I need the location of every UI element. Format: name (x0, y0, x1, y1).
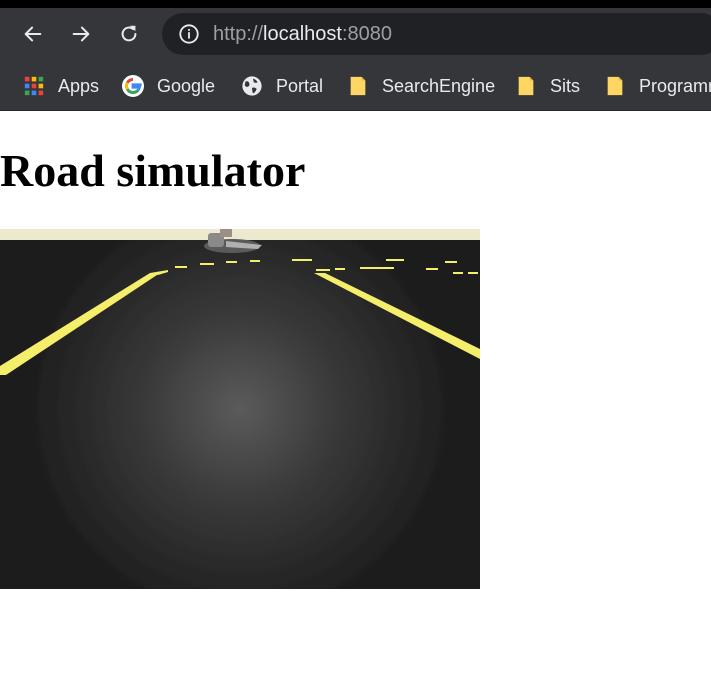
bookmark-portal[interactable]: Portal (240, 70, 323, 102)
reload-icon (121, 25, 137, 42)
lane-dash (250, 260, 260, 262)
folder-icon (346, 74, 370, 98)
url-scheme: http:// (213, 23, 264, 45)
url-port: :8080 (341, 23, 393, 45)
horizon-strip (0, 229, 480, 241)
bookmark-label: Sits (550, 75, 581, 96)
page-title: Road simulator (0, 145, 306, 196)
url-host: localhost (263, 23, 342, 45)
browser-toolbar: http://localhost:8080 (0, 8, 711, 62)
bookmark-sits[interactable]: Sits (514, 70, 580, 102)
globe-icon (240, 74, 264, 98)
lane-dash (426, 268, 438, 270)
lane-dash (360, 267, 394, 269)
folder-icon (514, 74, 538, 98)
arrow-left-icon (24, 26, 42, 42)
road-simulator-canvas[interactable] (0, 229, 480, 589)
google-icon (121, 74, 145, 98)
bookmark-programr[interactable]: Programr (603, 70, 711, 102)
bookmark-label: Programr (639, 75, 711, 96)
lane-dash (453, 272, 463, 274)
bookmark-label: Portal (276, 75, 324, 96)
road-scene (0, 229, 480, 589)
bookmark-label: SearchEngine (382, 75, 496, 96)
lane-dash (175, 266, 187, 268)
reload-button[interactable] (115, 20, 143, 48)
lane-dash (292, 259, 312, 261)
bookmark-google[interactable]: Google (121, 70, 215, 102)
window-top-edge (0, 0, 711, 8)
bookmark-apps[interactable]: Apps (22, 70, 99, 102)
info-icon[interactable] (178, 23, 200, 45)
forward-button[interactable] (67, 20, 95, 48)
back-button[interactable] (19, 20, 47, 48)
url-text[interactable]: http://localhost:8080 (213, 23, 392, 45)
bookmark-searchengine[interactable]: SearchEngine (346, 70, 495, 102)
bookmark-label: Apps (58, 75, 100, 96)
folder-icon (603, 74, 627, 98)
lane-dash (316, 269, 330, 271)
asphalt (0, 240, 480, 589)
lane-dash (386, 259, 404, 261)
lane-dash (226, 261, 237, 263)
arrow-right-icon (72, 26, 90, 42)
address-bar[interactable]: http://localhost:8080 (162, 13, 711, 55)
lane-dash (200, 263, 214, 265)
bookmarks-bar: Apps Google Portal SearchEngine Sits Pro… (0, 62, 711, 111)
apps-grid-icon (22, 74, 46, 98)
lane-dash (468, 272, 478, 274)
lane-dash (445, 261, 457, 263)
lane-dash (335, 268, 345, 270)
bookmark-label: Google (157, 75, 216, 96)
